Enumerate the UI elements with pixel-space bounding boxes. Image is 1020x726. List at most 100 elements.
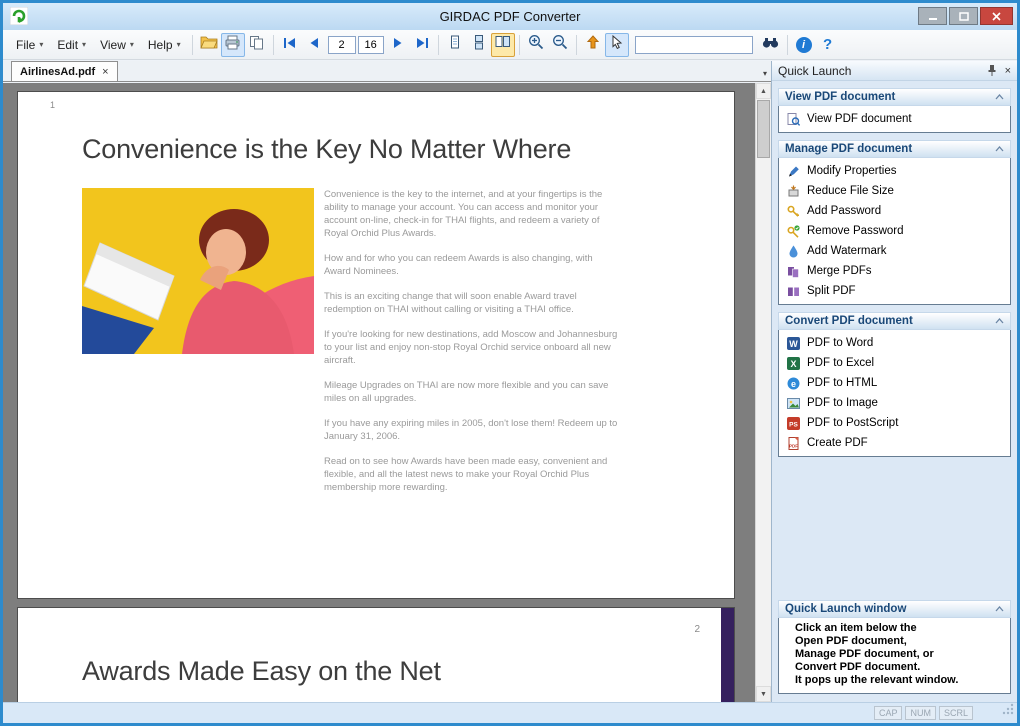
page-number: 2 (694, 624, 700, 635)
section-header-manage[interactable]: Manage PDF document (778, 140, 1011, 158)
zoom-in-button[interactable] (524, 33, 548, 57)
pdf-to-word-icon: W (787, 336, 800, 350)
menu-edit[interactable]: Edit ▾ (50, 34, 93, 56)
next-page-button[interactable] (386, 33, 410, 57)
page1-body-text: Convenience is the key to the internet, … (324, 188, 620, 506)
collapse-chevron-icon[interactable] (995, 315, 1004, 327)
ql-item-reduce-file-size[interactable]: Reduce File Size (779, 181, 1010, 201)
tab-airlinesad[interactable]: AirlinesAd.pdf × (11, 61, 118, 81)
page-total: 16 (357, 35, 384, 54)
svg-text:PS: PS (789, 421, 798, 428)
single-page-view-button[interactable] (443, 33, 467, 57)
toolbar-separator (272, 34, 274, 55)
chevron-down-icon: ▾ (129, 40, 134, 49)
toolbar-separator (786, 34, 788, 55)
ql-item-label: Modify Properties (807, 165, 897, 177)
collapse-chevron-icon[interactable] (995, 143, 1004, 155)
ql-item-pdf-to-word[interactable]: W PDF to Word (779, 333, 1010, 353)
ql-item-label: View PDF document (807, 113, 912, 125)
pin-icon[interactable] (987, 64, 997, 77)
ql-item-label: PDF to Word (807, 337, 874, 349)
ql-item-label: Remove Password (807, 225, 904, 237)
info-button[interactable]: i (792, 33, 816, 57)
ql-item-pdf-to-postscript[interactable]: PS PDF to PostScript (779, 413, 1010, 433)
document-pane: AirlinesAd.pdf × ▾ 1 Convenience is the … (3, 61, 771, 702)
ql-item-label: PDF to HTML (807, 377, 878, 389)
ql-item-create-pdf[interactable]: PDF Create PDF (779, 433, 1010, 453)
help-button[interactable]: ? (816, 33, 840, 57)
maximize-button[interactable] (949, 7, 978, 25)
menu-edit-label: Edit (57, 37, 79, 52)
section-header-label: Manage PDF document (785, 143, 913, 155)
ql-item-split-pdf[interactable]: Split PDF (779, 281, 1010, 301)
continuous-view-button[interactable] (467, 33, 491, 57)
ql-item-pdf-to-image[interactable]: PDF to Image (779, 393, 1010, 413)
scroll-up-button[interactable]: ▲ (756, 83, 771, 99)
ql-item-remove-password[interactable]: Remove Password (779, 221, 1010, 241)
resize-grip[interactable] (1002, 702, 1014, 720)
pdf-page-1: 1 Convenience is the Key No Matter Where (17, 91, 735, 599)
scrollbar-thumb[interactable] (757, 100, 770, 158)
ql-item-add-watermark[interactable]: Add Watermark (779, 241, 1010, 261)
close-button[interactable] (980, 7, 1013, 25)
toolbar-separator (437, 34, 439, 55)
reduce-file-size-icon (788, 185, 799, 196)
section-view-pdf: View PDF document View PDF document (778, 88, 1011, 133)
pan-tool-button[interactable] (581, 33, 605, 57)
select-tool-button[interactable] (604, 32, 629, 57)
menu-file[interactable]: File ▾ (9, 34, 50, 56)
facing-view-button[interactable] (490, 32, 515, 57)
section-header-info[interactable]: Quick Launch window (778, 600, 1011, 618)
zoom-out-button[interactable] (548, 33, 572, 57)
open-button[interactable] (197, 33, 221, 57)
quick-launch-header: Quick Launch × (772, 61, 1017, 81)
single-page-view-icon (448, 35, 462, 55)
panel-close-icon[interactable]: × (1005, 65, 1011, 77)
print-button[interactable] (220, 32, 245, 57)
select-tool-icon (610, 34, 624, 54)
search-input[interactable] (634, 35, 753, 54)
last-page-button[interactable] (410, 33, 434, 57)
last-page-icon (415, 36, 429, 54)
tab-menu-button[interactable]: ▾ (763, 69, 767, 78)
scroll-down-button[interactable]: ▼ (756, 686, 771, 702)
ql-item-view-pdf-document[interactable]: View PDF document (779, 109, 1010, 129)
title-bar[interactable]: GIRDAC PDF Converter (3, 3, 1017, 30)
quick-launch-title: Quick Launch (778, 63, 852, 78)
page-number-input[interactable] (327, 35, 356, 54)
pdf-to-excel-icon: X (787, 356, 800, 370)
copy-icon (249, 35, 264, 55)
menu-view[interactable]: View ▾ (93, 34, 141, 56)
ql-item-modify-properties[interactable]: Modify Properties (779, 161, 1010, 181)
vertical-scrollbar[interactable]: ▲ ▼ (755, 83, 771, 702)
find-button[interactable] (759, 33, 783, 57)
minimize-button[interactable] (918, 7, 947, 25)
prev-page-button[interactable] (302, 33, 326, 57)
ql-item-add-password[interactable]: Add Password (779, 201, 1010, 221)
quick-launch-info-text: Click an item below the Open PDF documen… (778, 618, 1011, 694)
continuous-view-icon (472, 34, 486, 55)
document-view[interactable]: 1 Convenience is the Key No Matter Where (3, 83, 771, 702)
svg-text:X: X (790, 359, 796, 369)
ql-item-pdf-to-html[interactable]: e PDF to HTML (779, 373, 1010, 393)
quick-launch-info: Quick Launch window Click an item below … (778, 600, 1011, 694)
keyboard-indicators: CAP NUM SCRL (873, 706, 973, 720)
copy-button[interactable] (245, 33, 269, 57)
section-header-view[interactable]: View PDF document (778, 88, 1011, 106)
menu-file-label: File (16, 37, 36, 52)
collapse-chevron-icon[interactable] (995, 603, 1004, 615)
prev-page-icon (308, 36, 320, 54)
page1-photo (82, 188, 314, 354)
ql-item-merge-pdfs[interactable]: Merge PDFs (779, 261, 1010, 281)
paragraph: Read on to see how Awards have been made… (324, 456, 608, 493)
pan-tool-icon (586, 35, 600, 54)
collapse-chevron-icon[interactable] (995, 91, 1004, 103)
ql-item-label: Add Watermark (807, 245, 887, 257)
first-page-button[interactable] (278, 33, 302, 57)
menu-help[interactable]: Help ▾ (141, 34, 188, 56)
ql-item-pdf-to-excel[interactable]: X PDF to Excel (779, 353, 1010, 373)
chevron-down-icon: ▾ (82, 40, 87, 49)
section-header-convert[interactable]: Convert PDF document (778, 312, 1011, 330)
tab-close-icon[interactable]: × (102, 66, 108, 78)
caps-lock-indicator: CAP (873, 706, 903, 720)
